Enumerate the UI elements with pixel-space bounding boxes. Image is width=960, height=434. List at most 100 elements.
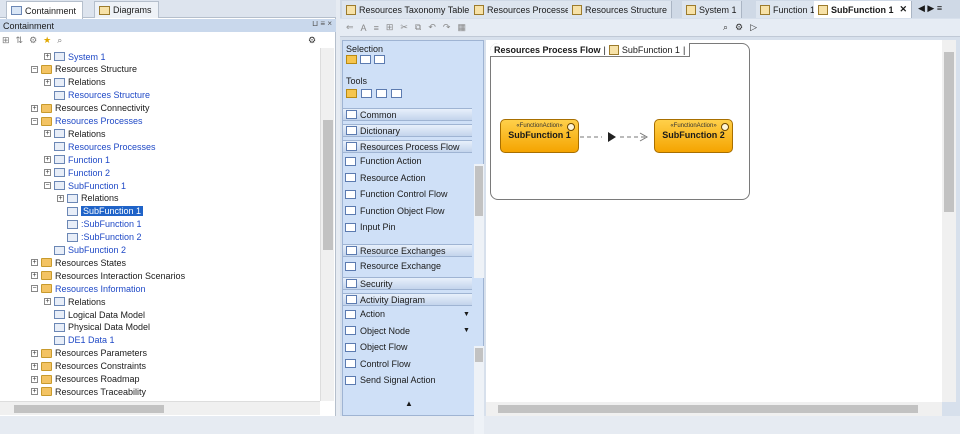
expand-toggle-icon[interactable]: + bbox=[31, 272, 38, 280]
palette-item[interactable]: Resource Exchange bbox=[345, 259, 441, 273]
palette-item[interactable]: Resource Action bbox=[345, 171, 426, 185]
tab-navigation[interactable]: ◀ ▶ ≡ bbox=[918, 3, 942, 14]
palette-section[interactable]: Resource Exchanges bbox=[343, 244, 472, 257]
tree-item[interactable]: − Resources Information bbox=[31, 282, 146, 295]
connector-tool-icon[interactable] bbox=[346, 89, 357, 98]
panel-controls[interactable]: ⊔ ≡ × bbox=[312, 19, 332, 28]
person-tool-icon[interactable] bbox=[361, 89, 372, 98]
tree-item[interactable]: − Resources Structure bbox=[31, 63, 137, 76]
align-icon[interactable]: ≡ bbox=[374, 23, 379, 33]
editor-tab[interactable]: Resources Structure bbox=[568, 1, 673, 18]
settings-icon[interactable]: ⚙ bbox=[29, 35, 37, 46]
palette-section[interactable]: Dictionary bbox=[343, 124, 472, 137]
palette-item[interactable]: Control Flow bbox=[345, 357, 411, 371]
palette-section[interactable]: Common bbox=[343, 108, 472, 121]
expand-toggle-icon[interactable]: + bbox=[31, 259, 38, 267]
search-icon[interactable]: ⌕ bbox=[57, 35, 62, 46]
expand-toggle-icon[interactable]: + bbox=[44, 298, 51, 306]
control-flow-arrow[interactable] bbox=[580, 130, 654, 144]
cut-icon[interactable]: ✂ bbox=[400, 22, 408, 33]
star-icon[interactable]: ★ bbox=[43, 35, 51, 46]
hourglass-tool-icon[interactable] bbox=[391, 89, 402, 98]
palette-section[interactable]: Resources Process Flow bbox=[343, 140, 472, 153]
function-action-subfunction-2[interactable]: «FunctionAction» SubFunction 2 bbox=[654, 119, 733, 153]
tree-item[interactable]: DE1 Data 1 bbox=[44, 334, 115, 347]
expand-toggle-icon[interactable]: − bbox=[31, 285, 38, 293]
redo-icon[interactable]: ↷ bbox=[443, 22, 451, 33]
tree-item[interactable]: − SubFunction 1 bbox=[44, 179, 126, 192]
expand-toggle-icon[interactable]: + bbox=[31, 388, 38, 396]
palette-scrollbar[interactable] bbox=[474, 346, 484, 434]
editor-tab[interactable]: Function 1 bbox=[756, 1, 821, 18]
expand-toggle-icon[interactable]: − bbox=[31, 117, 38, 125]
palette-item[interactable]: Function Object Flow bbox=[345, 204, 445, 218]
editor-tab[interactable]: Resources Processes bbox=[470, 1, 580, 18]
palette-item[interactable]: Action ▼ bbox=[345, 307, 470, 321]
toolbar-gear-icon[interactable]: ⚙ bbox=[735, 22, 743, 33]
expand-toggle-icon[interactable]: + bbox=[44, 169, 51, 177]
tree-item[interactable]: + Relations bbox=[44, 76, 106, 89]
tree-item[interactable]: SubFunction 1 bbox=[57, 205, 144, 218]
canvas-vertical-scrollbar[interactable] bbox=[942, 40, 956, 402]
expand-toggle-icon[interactable]: + bbox=[44, 156, 51, 164]
options-gear-icon[interactable]: ⚙ bbox=[308, 35, 316, 46]
copy-icon[interactable]: ⧉ bbox=[415, 22, 421, 33]
tree-item[interactable]: + Resources Connectivity bbox=[31, 102, 150, 115]
collapse-icon[interactable]: ⊞ bbox=[2, 35, 10, 46]
canvas-horizontal-scrollbar[interactable] bbox=[486, 402, 942, 416]
palette-scrollbar[interactable] bbox=[474, 164, 484, 278]
palette-item[interactable]: Input Pin bbox=[345, 220, 396, 234]
zoom-icon[interactable]: ⌕ bbox=[723, 22, 728, 33]
text-tool-icon[interactable]: A bbox=[361, 23, 367, 33]
marquee-tool-icon[interactable] bbox=[374, 55, 385, 64]
expand-toggle-icon[interactable]: + bbox=[44, 78, 51, 86]
expand-toggle-icon[interactable]: + bbox=[44, 53, 51, 60]
close-icon[interactable]: ✕ bbox=[900, 4, 908, 15]
tree-item[interactable]: :SubFunction 2 bbox=[57, 231, 142, 244]
palette-section[interactable]: Activity Diagram bbox=[343, 293, 472, 306]
palette-section[interactable]: Tools bbox=[343, 74, 472, 87]
tab-diagrams[interactable]: Diagrams bbox=[94, 1, 159, 18]
grid-icon[interactable]: ▦ bbox=[457, 22, 466, 33]
expand-toggle-icon[interactable]: + bbox=[31, 349, 38, 357]
expand-toggle-icon[interactable]: + bbox=[31, 104, 38, 112]
tree-item[interactable]: + Function 1 bbox=[44, 153, 110, 166]
dropdown-arrow-icon[interactable]: ▼ bbox=[463, 311, 470, 318]
tree-item[interactable]: Resources Structure bbox=[44, 89, 150, 102]
tree-item[interactable]: + Resources Roadmap bbox=[31, 373, 140, 386]
palette-item[interactable]: Send Signal Action bbox=[345, 373, 436, 387]
diagram-canvas[interactable]: Resources Process Flow | SubFunction 1 |… bbox=[486, 40, 942, 402]
tree-item[interactable]: + Relations bbox=[44, 127, 106, 140]
tree-vertical-scrollbar[interactable] bbox=[320, 48, 334, 401]
editor-tab[interactable]: System 1 bbox=[682, 1, 742, 18]
back-icon[interactable]: ⇐ bbox=[346, 22, 354, 33]
tree-item[interactable]: + System 1 bbox=[44, 50, 106, 63]
tab-containment[interactable]: Containment bbox=[6, 1, 84, 19]
layout-icon[interactable]: ⊞ bbox=[386, 22, 394, 33]
tree-item[interactable]: :SubFunction 1 bbox=[57, 218, 142, 231]
tree-item[interactable]: + Resources Interaction Scenarios bbox=[31, 269, 185, 282]
expand-toggle-icon[interactable]: + bbox=[44, 130, 51, 138]
palette-section[interactable]: Security bbox=[343, 277, 472, 290]
tree-item[interactable]: Physical Data Model bbox=[44, 321, 150, 334]
tree-item[interactable]: Logical Data Model bbox=[44, 308, 145, 321]
palette-section[interactable]: Selection bbox=[343, 42, 472, 55]
editor-tab[interactable]: Resources Taxonomy Table bbox=[342, 1, 475, 18]
pointer-tool-icon[interactable] bbox=[346, 55, 357, 64]
tree-item[interactable]: + Resources Parameters bbox=[31, 347, 147, 360]
function-action-subfunction-1[interactable]: «FunctionAction» SubFunction 1 bbox=[500, 119, 579, 153]
tree-item[interactable]: + Resources States bbox=[31, 256, 126, 269]
play-icon[interactable]: ▷ bbox=[750, 22, 757, 33]
palette-item[interactable]: Function Control Flow bbox=[345, 187, 448, 201]
dropdown-arrow-icon[interactable]: ▼ bbox=[463, 327, 470, 334]
undo-icon[interactable]: ↶ bbox=[428, 22, 436, 33]
expand-toggle-icon[interactable]: − bbox=[31, 65, 38, 73]
palette-item[interactable]: Object Flow bbox=[345, 340, 408, 354]
tree-item[interactable]: + Resources Constraints bbox=[31, 360, 146, 373]
expand-toggle-icon[interactable]: + bbox=[31, 362, 38, 370]
expand-toggle-icon[interactable]: + bbox=[31, 375, 38, 383]
expand-toggle-icon[interactable]: + bbox=[57, 194, 64, 202]
tree-item[interactable]: + Relations bbox=[57, 192, 119, 205]
tree-horizontal-scrollbar[interactable] bbox=[0, 401, 320, 415]
tree-item[interactable]: + Resources Traceability bbox=[31, 385, 146, 398]
